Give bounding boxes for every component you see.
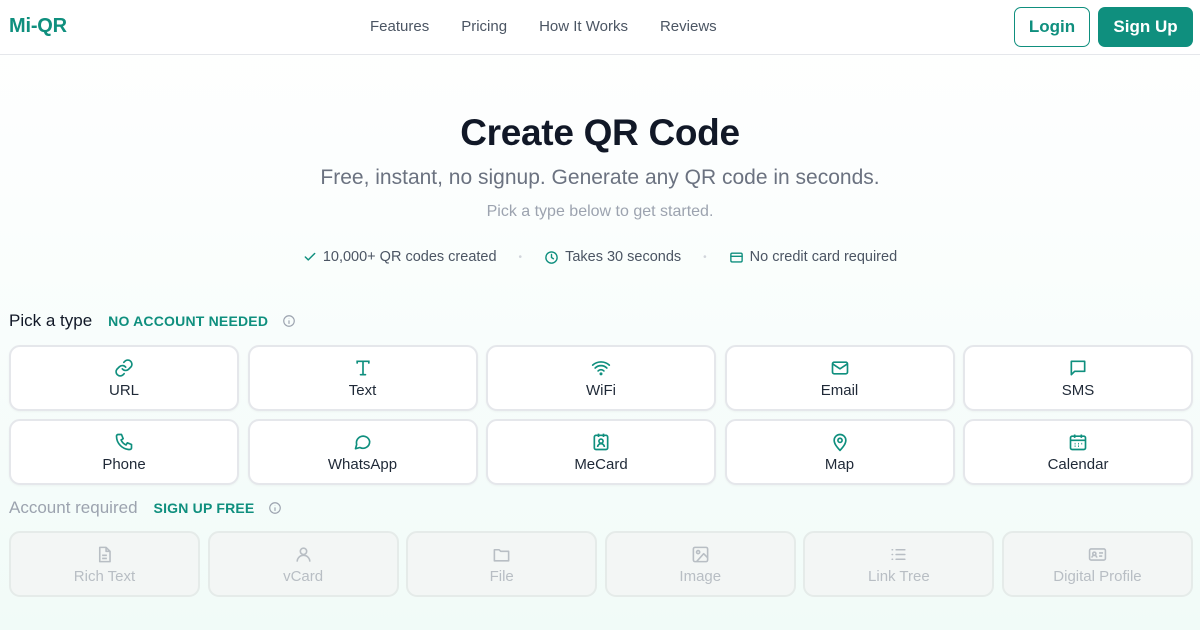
type-label: Phone — [102, 456, 146, 473]
type-card-wifi[interactable]: WiFi — [486, 345, 716, 411]
type-card-rich-text[interactable]: Rich Text — [9, 531, 200, 597]
chat-bubble-icon — [353, 431, 373, 453]
credit-card-icon — [729, 251, 743, 263]
free-type-grid: URL Text WiFi Email SMS Phone WhatsApp M… — [9, 345, 1193, 485]
type-card-calendar[interactable]: Calendar — [963, 419, 1193, 485]
type-card-map[interactable]: Map — [724, 419, 955, 485]
account-section-header: Account required SIGN UP FREE — [9, 498, 282, 518]
info-icon[interactable] — [268, 501, 282, 515]
check-icon — [304, 252, 316, 261]
type-label: Calendar — [1047, 456, 1109, 473]
no-account-badge: NO ACCOUNT NEEDED — [108, 313, 269, 329]
logo[interactable]: Mi-QR — [9, 15, 67, 38]
nav-reviews[interactable]: Reviews — [660, 18, 717, 35]
type-label: WiFi — [586, 382, 616, 399]
page-hint: Pick a type below to get started. — [486, 203, 714, 220]
type-card-phone[interactable]: Phone — [9, 419, 239, 485]
type-label: SMS — [1061, 382, 1095, 399]
type-card-digital-profile[interactable]: Digital Profile — [1001, 531, 1193, 597]
calendar-icon — [1068, 431, 1088, 453]
type-label: File — [489, 568, 514, 585]
type-label: Email — [820, 382, 859, 399]
document-icon — [95, 543, 114, 565]
type-card-link-tree[interactable]: Link Tree — [803, 531, 995, 597]
text-icon — [353, 357, 373, 379]
separator-dot: • — [518, 251, 523, 263]
stat-text: 10,000+ QR codes created — [322, 249, 497, 265]
type-label: Rich Text — [73, 568, 136, 585]
phone-icon — [114, 431, 134, 453]
type-label: Digital Profile — [1053, 568, 1142, 585]
locked-type-grid: Rich Text vCard File Image Link Tree Dig… — [9, 531, 1193, 597]
type-label: Image — [679, 568, 722, 585]
type-label: Text — [348, 382, 377, 399]
main-nav: Features Pricing How It Works Reviews — [370, 18, 749, 35]
section-title: Account required — [9, 498, 138, 517]
wifi-icon — [591, 357, 611, 379]
type-card-image[interactable]: Image — [604, 531, 796, 597]
type-card-url[interactable]: URL — [9, 345, 239, 411]
type-label: URL — [108, 382, 139, 399]
type-label: vCard — [283, 568, 324, 585]
type-card-email[interactable]: Email — [724, 345, 955, 411]
clock-icon — [545, 250, 558, 264]
type-card-whatsapp[interactable]: WhatsApp — [247, 419, 478, 485]
nav-pricing[interactable]: Pricing — [461, 18, 507, 35]
type-label: MeCard — [574, 456, 628, 473]
type-card-file[interactable]: File — [406, 531, 598, 597]
type-card-sms[interactable]: SMS — [963, 345, 1193, 411]
stats-row: 10,000+ QR codes created • Takes 30 seco… — [0, 249, 1200, 265]
type-label: WhatsApp — [327, 456, 398, 473]
stat-no-card: No credit card required — [729, 249, 898, 265]
stat-codes-created: 10,000+ QR codes created — [303, 249, 497, 265]
mail-icon — [830, 357, 850, 379]
id-card-icon — [1088, 543, 1107, 565]
nav-features[interactable]: Features — [370, 18, 429, 35]
stat-text: No credit card required — [749, 249, 898, 265]
free-section-header: Pick a type NO ACCOUNT NEEDED — [9, 311, 296, 331]
type-card-mecard[interactable]: MeCard — [486, 419, 716, 485]
signup-button[interactable]: Sign Up — [1098, 7, 1193, 47]
top-header: Mi-QR Features Pricing How It Works Revi… — [0, 0, 1200, 55]
separator-dot: • — [703, 251, 707, 263]
list-icon — [889, 543, 908, 565]
sign-up-free-badge[interactable]: SIGN UP FREE — [154, 500, 255, 516]
stat-text: Takes 30 seconds — [565, 249, 682, 265]
type-label: Map — [824, 456, 855, 473]
nav-how-it-works[interactable]: How It Works — [539, 18, 628, 35]
contact-card-icon — [591, 431, 611, 453]
page-subtitle: Free, instant, no signup. Generate any Q… — [320, 166, 880, 189]
section-title: Pick a type — [9, 311, 93, 330]
info-icon[interactable] — [282, 314, 296, 328]
type-label: Link Tree — [868, 568, 930, 585]
link-icon — [114, 357, 134, 379]
user-icon — [294, 543, 313, 565]
folder-icon — [492, 543, 511, 565]
map-pin-icon — [830, 431, 850, 453]
image-icon — [691, 543, 710, 565]
type-card-vcard[interactable]: vCard — [207, 531, 399, 597]
stat-duration: Takes 30 seconds — [544, 249, 681, 265]
login-button[interactable]: Login — [1014, 7, 1090, 47]
page-title: Create QR Code — [460, 112, 740, 153]
message-icon — [1068, 357, 1088, 379]
type-card-text[interactable]: Text — [247, 345, 478, 411]
